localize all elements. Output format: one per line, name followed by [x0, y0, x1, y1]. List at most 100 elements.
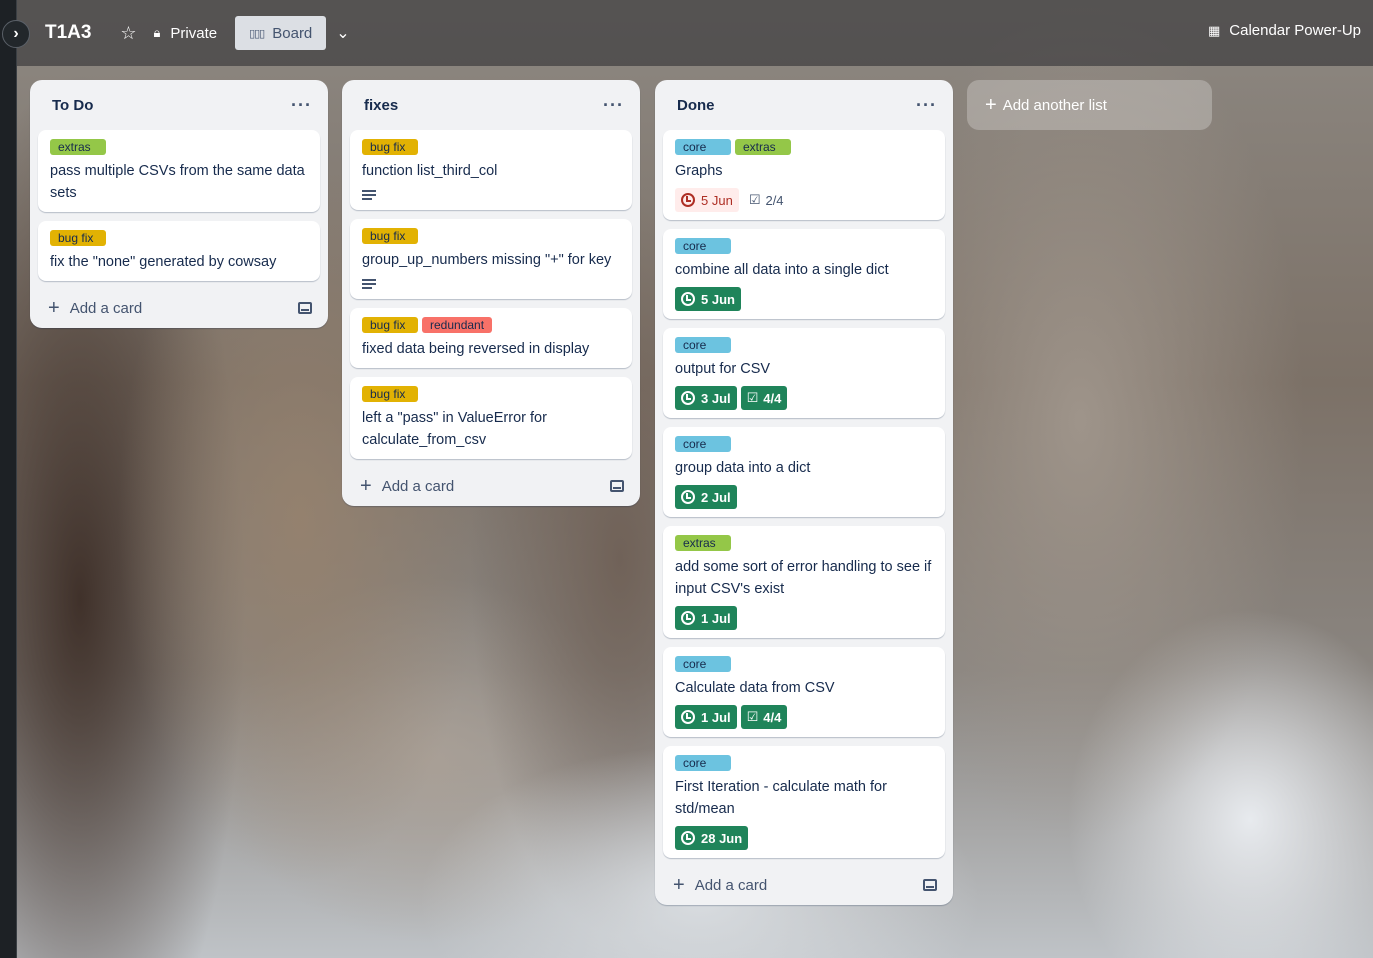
label-bug-fix[interactable]: bug fix: [362, 228, 418, 244]
label-extras[interactable]: extras: [675, 535, 731, 551]
due-date-badge[interactable]: 1 Jul: [675, 606, 737, 630]
due-date-badge[interactable]: 5 Jun: [675, 287, 741, 311]
list-title[interactable]: fixes: [364, 97, 398, 114]
label-core[interactable]: core: [675, 337, 731, 353]
label-core[interactable]: core: [675, 238, 731, 254]
list-title[interactable]: To Do: [52, 97, 93, 114]
due-date-badge[interactable]: 2 Jul: [675, 485, 737, 509]
add-card-label: Add a card: [694, 876, 768, 894]
card-template-icon[interactable]: [923, 879, 937, 891]
due-date-text: 28 Jun: [701, 830, 743, 846]
card[interactable]: bug fix group_up_numbers missing "+" for …: [350, 219, 632, 299]
label-bug-fix[interactable]: bug fix: [362, 386, 418, 402]
clock-icon: [681, 391, 695, 405]
add-card-button[interactable]: + Add a card: [360, 475, 454, 498]
add-card-button[interactable]: + Add a card: [48, 297, 142, 320]
label-core[interactable]: core: [675, 755, 731, 771]
card[interactable]: core First Iteration - calculate math for…: [663, 746, 945, 858]
card-labels: extras: [50, 139, 308, 155]
card-title: fixed data being reversed in display: [362, 341, 590, 357]
checklist-icon: ☑: [746, 390, 759, 405]
board-view-button[interactable]: ▯▯▯ Board: [235, 16, 327, 50]
card-badges: 2 Jul: [675, 485, 933, 509]
due-date-badge[interactable]: 1 Jul: [675, 705, 737, 729]
due-date-text: 5 Jun: [701, 291, 735, 307]
card[interactable]: core group data into a dict 2 Jul: [663, 427, 945, 517]
label-core[interactable]: core: [675, 656, 731, 672]
card-title: combine all data into a single dict: [675, 262, 889, 278]
due-date-text: 5 Jun: [701, 192, 733, 208]
board-title[interactable]: T1A3: [45, 22, 91, 44]
card-list: bug fix function list_third_colbug fix gro…: [342, 130, 640, 459]
label-bug-fix[interactable]: bug fix: [362, 139, 418, 155]
description-icon: [362, 190, 376, 200]
card-labels: bug fix: [362, 139, 620, 155]
card[interactable]: core output for CSV 3 Jul ☑ 4/4: [663, 328, 945, 418]
card-labels: core: [675, 337, 933, 353]
more-options-icon[interactable]: ···: [603, 95, 624, 116]
visibility-label: Private: [170, 24, 218, 42]
more-options-icon[interactable]: ···: [291, 95, 312, 116]
card-title: Calculate data from CSV: [675, 680, 835, 696]
checklist-badge: ☑ 2/4: [743, 188, 790, 212]
card-list: core extras Graphs 5 Jun ☑ 2/4 core combine all…: [655, 130, 953, 858]
plus-icon: +: [360, 474, 372, 497]
clock-icon: [681, 831, 695, 845]
board-icon: ▯▯▯: [249, 27, 265, 40]
chevron-down-icon[interactable]: ⌄: [336, 23, 349, 43]
clock-icon: [681, 292, 695, 306]
card[interactable]: core Calculate data from CSV 1 Jul ☑ 4/4: [663, 647, 945, 737]
card-template-icon[interactable]: [298, 302, 312, 314]
card-template-icon[interactable]: [610, 480, 624, 492]
card-labels: core: [675, 436, 933, 452]
card[interactable]: bug fix function list_third_col: [350, 130, 632, 210]
card-title: Graphs: [675, 163, 723, 179]
checklist-count: 2/4: [765, 192, 784, 208]
clock-icon: [681, 490, 695, 504]
board-header: T1A3 ☆ 🔒︎ Private ▯▯▯ Board ⌄ ▦ Calendar…: [17, 0, 1373, 66]
card-badges: 28 Jun: [675, 826, 933, 850]
due-date-badge[interactable]: 3 Jul: [675, 386, 737, 410]
card-badges: 1 Jul ☑ 4/4: [675, 705, 933, 729]
card-labels: bug fix: [362, 228, 620, 244]
card[interactable]: extras add some sort of error handling to…: [663, 526, 945, 638]
label-core[interactable]: core: [675, 139, 731, 155]
due-date-badge[interactable]: 28 Jun: [675, 826, 749, 850]
label-extras[interactable]: extras: [735, 139, 791, 155]
label-core[interactable]: core: [675, 436, 731, 452]
label-redundant[interactable]: redundant: [422, 317, 493, 333]
card-badges: 1 Jul: [675, 606, 933, 630]
clock-icon: [681, 611, 695, 625]
plus-icon: +: [673, 873, 685, 896]
visibility-button[interactable]: 🔒︎ Private: [153, 25, 217, 42]
calendar-powerup-button[interactable]: ▦ Calendar Power-Up: [1208, 22, 1361, 39]
card[interactable]: extras pass multiple CSVs from the same d…: [38, 130, 320, 212]
checklist-count: 4/4: [763, 390, 782, 406]
card-labels: core: [675, 656, 933, 672]
list-title[interactable]: Done: [677, 97, 715, 114]
card[interactable]: bug fix redundant fixed data being reverse…: [350, 308, 632, 368]
expand-sidebar-icon[interactable]: ›: [2, 20, 30, 48]
add-list-button[interactable]: + Add another list: [967, 80, 1212, 130]
more-options-icon[interactable]: ···: [916, 95, 937, 116]
card[interactable]: bug fix left a "pass" in ValueError for c…: [350, 377, 632, 459]
add-card-row: + Add a card: [30, 288, 328, 328]
label-bug-fix[interactable]: bug fix: [50, 230, 106, 246]
lock-icon: 🔒︎: [153, 25, 161, 40]
card-title: add some sort of error handling to see i…: [675, 559, 932, 597]
card[interactable]: bug fix fix the "none" generated by cowsa…: [38, 221, 320, 281]
card[interactable]: core combine all data into a single dict 5…: [663, 229, 945, 319]
add-card-label: Add a card: [69, 299, 143, 317]
card-labels: core extras: [675, 139, 933, 155]
star-icon[interactable]: ☆: [113, 17, 143, 49]
checklist-badge: ☑ 4/4: [740, 705, 788, 729]
due-date-badge[interactable]: 5 Jun: [675, 188, 739, 212]
list-header: Done ···: [655, 80, 953, 130]
label-extras[interactable]: extras: [50, 139, 106, 155]
card[interactable]: core extras Graphs 5 Jun ☑ 2/4: [663, 130, 945, 220]
label-bug-fix[interactable]: bug fix: [362, 317, 418, 333]
clock-icon: [681, 710, 695, 724]
add-card-button[interactable]: + Add a card: [673, 874, 767, 897]
due-date-text: 1 Jul: [701, 709, 731, 725]
card-labels: bug fix: [50, 230, 308, 246]
